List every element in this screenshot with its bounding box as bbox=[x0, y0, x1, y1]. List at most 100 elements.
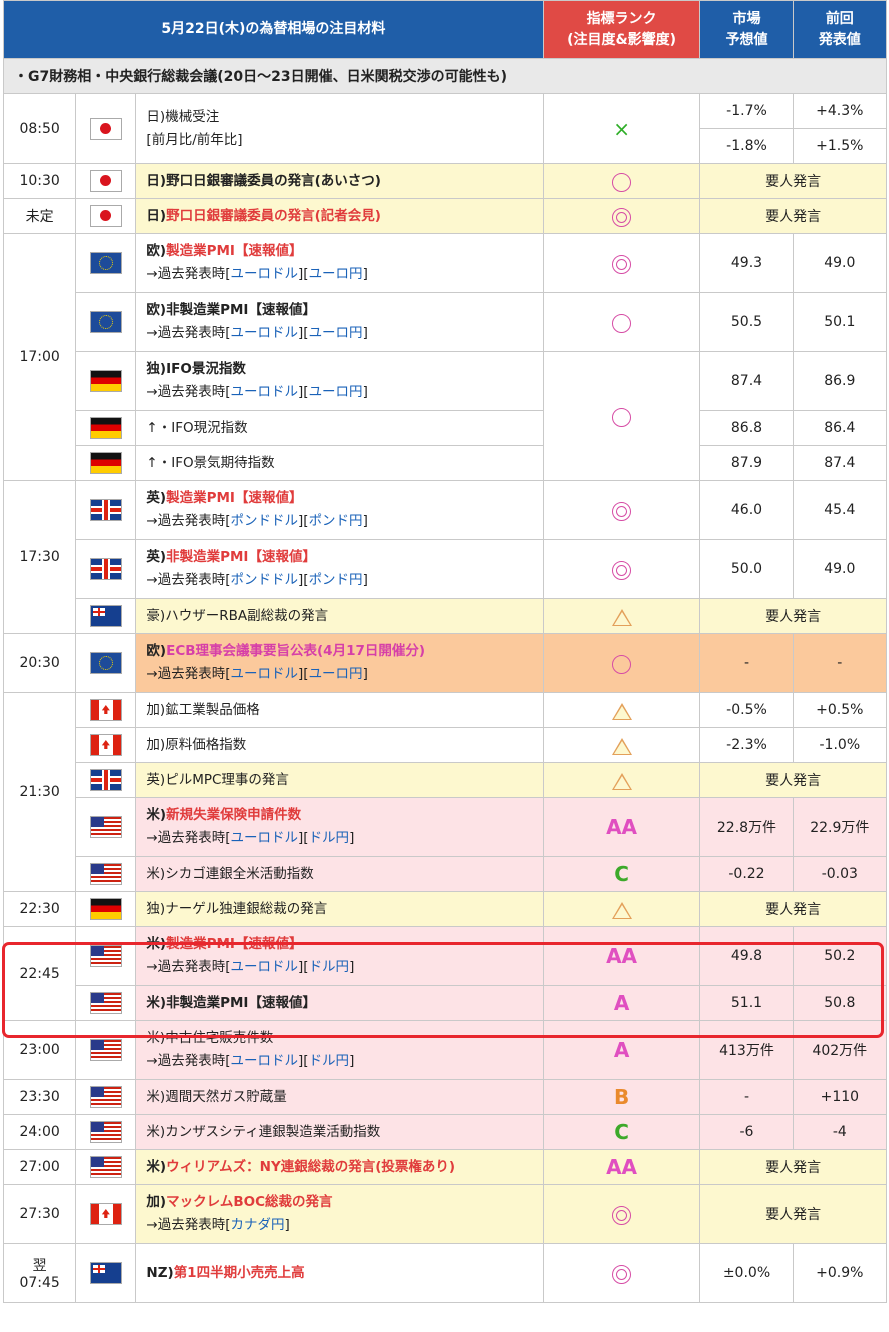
link-eurusd[interactable]: ユーロドル bbox=[231, 1053, 299, 1069]
canada-flag-icon bbox=[89, 1203, 122, 1225]
japan-flag-icon bbox=[89, 170, 122, 192]
link-usdjpy[interactable]: ドル円 bbox=[309, 959, 350, 975]
link-eurjpy[interactable]: ユーロ円 bbox=[309, 266, 363, 282]
rank-label: A bbox=[613, 1038, 630, 1062]
us-flag-icon bbox=[89, 863, 122, 885]
table-row: 24:00 米)カンザスシティ連銀製造業活動指数 C -6 -4 bbox=[2, 1114, 888, 1150]
link-cadjpy[interactable]: カナダ円 bbox=[231, 1217, 285, 1233]
link-usdjpy[interactable]: ドル円 bbox=[309, 1053, 350, 1069]
rank-double-circle-icon bbox=[612, 1265, 632, 1284]
note-row: ・G7財務相・中央銀行総裁会議(20日〜23日開催、日米関税交渉の可能性も) bbox=[3, 58, 887, 94]
table-row: ↑・IFO現況指数 86.8 86.4 bbox=[4, 410, 888, 446]
rank-double-circle-icon bbox=[612, 208, 632, 227]
link-eurusd[interactable]: ユーロドル bbox=[231, 384, 299, 400]
rank-label: A bbox=[613, 991, 630, 1015]
germany-flag-icon bbox=[89, 370, 122, 392]
table-row: 20:30 欧)ECB理事会議事要旨公表(4月17日開催分) →過去発表時[ユーロ… bbox=[2, 633, 888, 693]
table-row: 米)非製造業PMI【速報値】 A 51.1 50.8 bbox=[4, 985, 888, 1021]
us-flag-icon bbox=[89, 816, 122, 838]
table-row: 21:30 加)鉱工業製品価格 -0.5% +0.5% bbox=[2, 692, 888, 892]
table-row: 米)シカゴ連銀全米活動指数 C -0.22 -0.03 bbox=[4, 856, 888, 892]
link-eurjpy[interactable]: ユーロ円 bbox=[309, 384, 363, 400]
table-header: 5月22日(木)の為替相場の注目材料 指標ランク (注目度&影響度) 市場 予想値 … bbox=[3, 0, 888, 59]
rank-triangle-icon bbox=[611, 773, 632, 790]
link-eurusd[interactable]: ユーロドル bbox=[231, 830, 299, 846]
table-row: 英)非製造業PMI【速報値】 →過去発表時[ポンドドル][ポンド円] 50.0 4… bbox=[4, 539, 888, 599]
table-row: 独)IFO景況指数 →過去発表時[ユーロドル][ユーロ円] 87.4 86.9 bbox=[4, 351, 888, 481]
us-flag-icon bbox=[89, 1156, 122, 1178]
forecast-header: 市場 予想値 bbox=[699, 0, 794, 59]
table-row: 27:00 米)ウィリアムズ：NY連銀総裁の発言(投票権あり) AA 要人発言 bbox=[2, 1149, 887, 1185]
uk-flag-icon bbox=[89, 769, 122, 791]
page-title: 5月22日(木)の為替相場の注目材料 bbox=[3, 0, 544, 59]
link-usdjpy[interactable]: ドル円 bbox=[309, 830, 350, 846]
rank-circle-icon bbox=[612, 314, 632, 333]
rank-double-circle-icon bbox=[612, 255, 632, 274]
link-eurusd[interactable]: ユーロドル bbox=[231, 325, 299, 341]
us-flag-icon bbox=[89, 1121, 122, 1143]
table-row: 22:30 独)ナーゲル独連銀総裁の発言 要人発言 bbox=[2, 891, 887, 927]
rank-circle-icon bbox=[612, 655, 632, 674]
germany-flag-icon bbox=[89, 898, 122, 920]
event-cell: 日)機械受注 [前月比/前年比] bbox=[135, 93, 544, 164]
link-eurusd[interactable]: ユーロドル bbox=[231, 666, 299, 682]
link-gbpjpy[interactable]: ポンド円 bbox=[309, 572, 363, 588]
link-gbpusd[interactable]: ポンドドル bbox=[231, 513, 299, 529]
table-row: 米)新規失業保険申請件数 →過去発表時[ユーロドル][ドル円] AA 22.8万件… bbox=[4, 797, 888, 857]
table-row: 17:00 欧)製造業PMI【速報値】 →過去発表時[ユーロドル][ユーロ円] 4… bbox=[2, 233, 888, 481]
rank-label: AA bbox=[606, 944, 638, 968]
rank-cross-icon: × bbox=[613, 116, 630, 141]
table-row: 豪)ハウザーRBA副総裁の発言 要人発言 bbox=[4, 598, 887, 634]
us-flag-icon bbox=[89, 945, 122, 967]
germany-flag-icon bbox=[89, 452, 122, 474]
link-eurjpy[interactable]: ユーロ円 bbox=[309, 666, 363, 682]
uk-flag-icon bbox=[89, 558, 122, 580]
rank-label: AA bbox=[606, 815, 638, 839]
link-eurjpy[interactable]: ユーロ円 bbox=[309, 325, 363, 341]
japan-flag-icon bbox=[89, 205, 122, 227]
eu-flag-icon bbox=[89, 311, 122, 333]
new-zealand-flag-icon bbox=[89, 1262, 122, 1284]
rank-circle-icon bbox=[612, 408, 632, 427]
eu-flag-icon bbox=[89, 652, 122, 674]
rank-header: 指標ランク (注目度&影響度) bbox=[542, 0, 701, 59]
rank-label: C bbox=[614, 1120, 629, 1144]
germany-flag-icon bbox=[89, 417, 122, 439]
table-row: ↑・IFO景気期待指数 87.9 87.4 bbox=[4, 445, 888, 481]
rank-label: C bbox=[614, 862, 629, 886]
rank-circle-icon bbox=[612, 173, 632, 192]
rank-triangle-icon bbox=[611, 609, 632, 626]
table-row: 22:45 米)製造業PMI【速報値】 →過去発表時[ユーロドル][ドル円] AA… bbox=[2, 926, 888, 1021]
canada-flag-icon bbox=[89, 734, 122, 756]
australia-flag-icon bbox=[89, 605, 122, 627]
table-row: 23:30 米)週間天然ガス貯蔵量 B - +110 bbox=[2, 1079, 888, 1115]
table-row: 翌 07:45 NZ)第1四半期小売売上高 ±0.0% +0.9% bbox=[2, 1243, 888, 1303]
us-flag-icon bbox=[89, 1039, 122, 1061]
link-eurusd[interactable]: ユーロドル bbox=[231, 266, 299, 282]
rank-triangle-icon bbox=[611, 902, 632, 919]
table-row: 未定 日)野口日銀審議委員の発言(記者会見) 要人発言 bbox=[2, 198, 887, 234]
uk-flag-icon bbox=[89, 499, 122, 521]
rank-triangle-icon bbox=[611, 738, 632, 755]
link-gbpjpy[interactable]: ポンド円 bbox=[309, 513, 363, 529]
rank-label: B bbox=[613, 1085, 630, 1109]
rank-label: AA bbox=[606, 1155, 638, 1179]
us-flag-icon bbox=[89, 992, 122, 1014]
table-row: 加)原料価格指数 -2.3% -1.0% bbox=[4, 727, 888, 763]
rank-triangle-icon bbox=[611, 703, 632, 720]
table-row: 英)ピルMPC理事の発言 要人発言 bbox=[4, 762, 887, 798]
rank-double-circle-icon bbox=[612, 502, 632, 521]
eu-flag-icon bbox=[89, 252, 122, 274]
link-gbpusd[interactable]: ポンドドル bbox=[231, 572, 299, 588]
link-eurusd[interactable]: ユーロドル bbox=[231, 959, 299, 975]
rank-double-circle-icon bbox=[612, 561, 632, 580]
japan-flag-icon bbox=[89, 117, 122, 140]
table-row: 27:30 加)マックレムBOC総裁の発言 →過去発表時[カナダ円] 要人発言 bbox=[2, 1184, 887, 1244]
calendar-table: 5月22日(木)の為替相場の注目材料 指標ランク (注目度&影響度) 市場 予想値 … bbox=[2, 0, 888, 1303]
table-row: 17:30 英)製造業PMI【速報値】 →過去発表時[ポンドドル][ポンド円] 4… bbox=[2, 480, 888, 634]
table-row: 23:00 米)中古住宅販売件数 →過去発表時[ユーロドル][ドル円] A 413… bbox=[2, 1020, 888, 1080]
table-row: 10:30 日)野口日銀審議委員の発言(あいさつ) 要人発言 bbox=[2, 163, 887, 199]
canada-flag-icon bbox=[89, 699, 122, 721]
table-row: 08:50 日)機械受注 [前月比/前年比] × -1.7% +4.3% bbox=[2, 93, 888, 164]
us-flag-icon bbox=[89, 1086, 122, 1108]
